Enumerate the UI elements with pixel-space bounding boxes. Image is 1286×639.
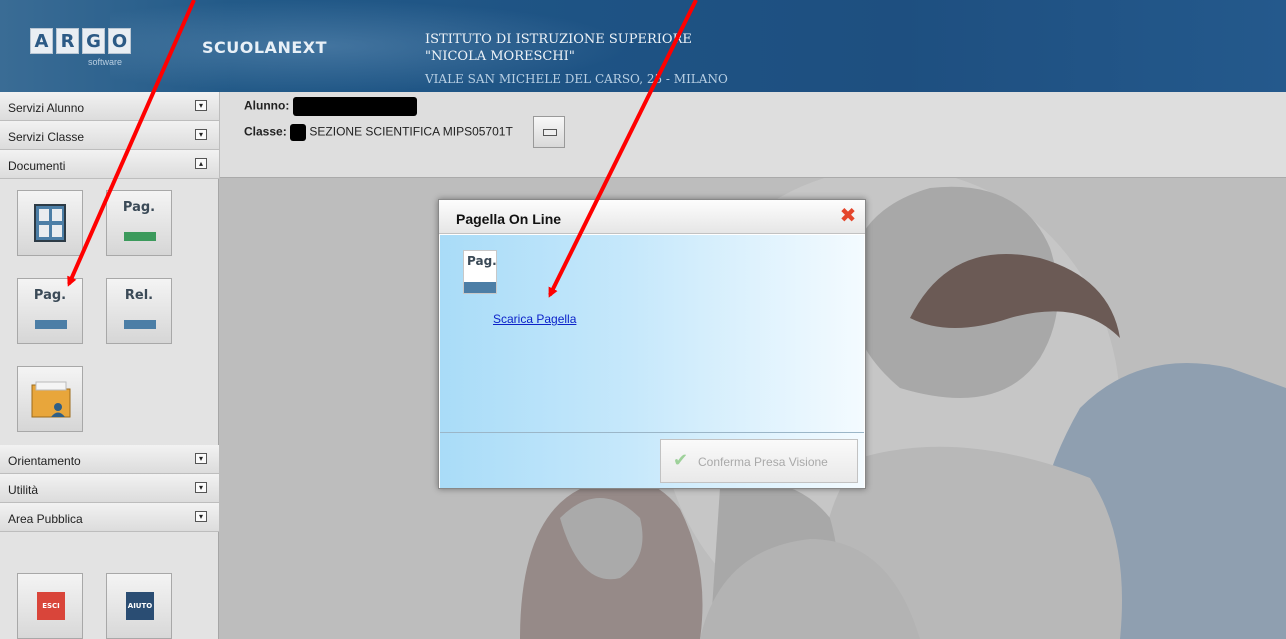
collapse-icon[interactable]: ▴ [195,158,207,169]
pagella-tile[interactable]: Pag. [17,278,83,344]
sidebar-item-label: Servizi Alunno [8,101,85,115]
sidebar-item-documenti[interactable]: Documenti ▴ [0,150,219,179]
class-row: Classe: SEZIONE SCIENTIFICA MIPS05701T [244,124,513,141]
blue-bar-icon [35,320,67,329]
exit-button[interactable]: ESCI [17,573,83,639]
exit-icon: ESCI [37,592,65,620]
pagella-document-icon: Pag. [463,250,497,294]
blue-bar-icon [124,320,156,329]
user-folder-icon [31,381,71,418]
relazione-tile[interactable]: Rel. [106,278,172,344]
school-name-line1: ISTITUTO DI ISTRUZIONE SUPERIORE [425,32,692,47]
school-name-line2: "NICOLA MORESCHI" [425,49,575,64]
download-pagella-link[interactable]: Scarica Pagella [493,312,576,326]
tile-label: Rel. [124,288,154,303]
help-icon: AIUTO [126,592,154,620]
sidebar-item-orientamento[interactable]: Orientamento ▾ [0,445,219,474]
print-button[interactable] [533,116,565,148]
checkmark-icon: ✔ [673,450,689,471]
sidebar-item-utilita[interactable]: Utilità ▾ [0,474,219,503]
dialog-body: Pag. Scarica Pagella ✔ Conferma Presa Vi… [440,235,864,488]
logo-letter: G [82,28,105,54]
school-address: VIALE SAN MICHELE DEL CARSO, 25 - MILANO [425,72,728,86]
student-label: Alunno: [244,98,290,113]
dialog-title: Pagella On Line [456,211,562,227]
confirm-label: Conferma Presa Visione [698,455,828,469]
logo-letter: O [108,28,131,54]
expand-icon[interactable]: ▾ [195,100,207,111]
help-button[interactable]: AIUTO [106,573,172,639]
sidebar-item-label: Servizi Classe [8,130,85,144]
sidebar: Servizi Alunno ▾ Servizi Classe ▾ Docume… [0,92,219,639]
bacheca-tile[interactable] [17,190,83,256]
pagella-dialog: Pagella On Line ✖ Pag. Scarica Pagella ✔… [438,199,866,489]
school-info: ISTITUTO DI ISTRUZIONE SUPERIORE "NICOLA… [425,31,728,88]
dialog-titlebar: Pagella On Line ✖ [439,200,865,234]
folder-tile[interactable] [17,366,83,432]
sidebar-item-servizi-alunno[interactable]: Servizi Alunno ▾ [0,92,219,121]
logo-subtitle: software [88,57,123,67]
argo-logo: A R G O [30,28,131,54]
expand-icon[interactable]: ▾ [195,511,207,522]
logo-letter: R [56,28,79,54]
class-label: Classe: [244,124,287,139]
confirm-view-button[interactable]: ✔ Conferma Presa Visione [660,439,858,483]
sidebar-item-label: Orientamento [8,454,81,468]
tile-label: Pag. [33,288,67,303]
sidebar-item-label: Area Pubblica [8,512,83,526]
redacted-class-number [290,124,307,141]
redacted-student-name [292,97,417,116]
brand-title: SCUOLANEXT [202,38,328,57]
sidebar-item-label: Utilità [8,483,39,497]
grid-document-icon [34,204,66,242]
student-row: Alunno: [244,97,417,116]
logo-letter: A [30,28,53,54]
expand-icon[interactable]: ▾ [195,129,207,140]
expand-icon[interactable]: ▾ [195,453,207,464]
tile-label: Pag. [122,200,156,215]
app-header: A R G O software SCUOLANEXT ISTITUTO DI … [0,0,1286,92]
printer-icon [543,129,557,136]
sidebar-item-label: Documenti [8,159,66,173]
pagella-tile-green[interactable]: Pag. [106,190,172,256]
expand-icon[interactable]: ▾ [195,482,207,493]
sidebar-item-area-pubblica[interactable]: Area Pubblica ▾ [0,503,219,532]
sidebar-item-servizi-classe[interactable]: Servizi Classe ▾ [0,121,219,150]
icon-label: Pag. [467,254,497,268]
blue-bar-icon [464,282,496,293]
class-value: SEZIONE SCIENTIFICA MIPS05701T [309,124,513,139]
close-icon[interactable]: ✖ [839,205,857,225]
green-bar-icon [124,232,156,241]
student-info-panel: Alunno: Classe: SEZIONE SCIENTIFICA MIPS… [220,92,1286,178]
dialog-divider [440,432,864,433]
